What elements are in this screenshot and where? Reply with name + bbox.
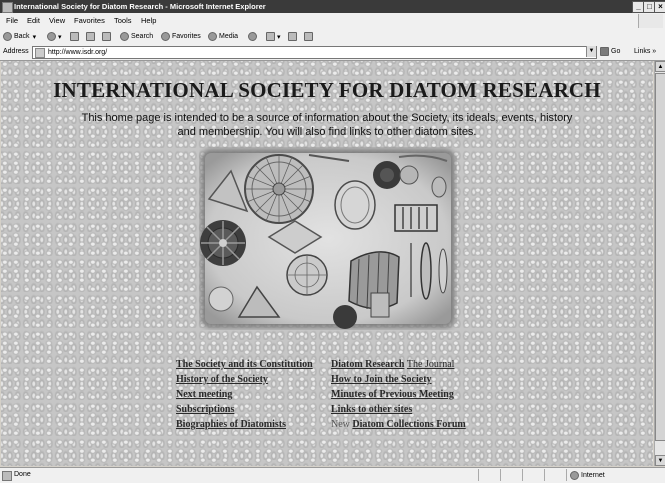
forward-button[interactable]: ▾ xyxy=(47,31,62,42)
mail-icon xyxy=(266,32,275,41)
link-history[interactable]: History of the Society xyxy=(176,374,268,385)
address-label: Address xyxy=(3,48,29,55)
status-text: Done xyxy=(14,471,31,478)
menu-favorites[interactable]: Favorites xyxy=(74,16,105,25)
stop-button[interactable] xyxy=(70,31,81,42)
edit-icon xyxy=(304,32,313,41)
favorites-button[interactable]: Favorites xyxy=(161,31,201,42)
menu-view[interactable]: View xyxy=(49,16,65,25)
link-minutes[interactable]: Minutes of Previous Meeting xyxy=(331,389,454,400)
page-title: INTERNATIONAL SOCIETY FOR DIATOM RESEARC… xyxy=(53,78,601,102)
go-arrow-icon xyxy=(600,47,609,56)
menu-help[interactable]: Help xyxy=(141,16,156,25)
forward-arrow-icon xyxy=(47,32,56,41)
menu-tools[interactable]: Tools xyxy=(114,16,132,25)
search-icon xyxy=(120,32,129,41)
edit-button[interactable] xyxy=(304,31,315,42)
media-icon xyxy=(208,32,217,41)
refresh-icon xyxy=(86,32,95,41)
home-button[interactable] xyxy=(102,31,113,42)
close-button[interactable]: × xyxy=(654,1,665,13)
link-diatom-research[interactable]: Diatom Research xyxy=(331,359,404,370)
scroll-down-button[interactable]: ▼ xyxy=(655,455,665,466)
ie-icon xyxy=(2,2,13,13)
address-dropdown-button[interactable]: ▼ xyxy=(586,46,596,57)
stop-icon xyxy=(70,32,79,41)
print-button[interactable] xyxy=(288,31,299,42)
diatom-collage-image xyxy=(200,149,455,329)
page-done-icon xyxy=(2,471,12,481)
address-input[interactable]: http://www.isdr.org/ xyxy=(32,46,597,59)
collections-forum-line: New Diatom Collections Forum xyxy=(331,419,466,430)
star-icon xyxy=(161,32,170,41)
home-icon xyxy=(102,32,111,41)
back-arrow-icon xyxy=(3,32,12,41)
scroll-thumb[interactable] xyxy=(655,73,665,441)
vertical-scrollbar[interactable]: ▲ ▼ xyxy=(654,61,665,466)
link-biographies[interactable]: Biographies of Diatomists xyxy=(176,419,286,430)
security-zone: Internet xyxy=(570,471,605,480)
link-society-constitution[interactable]: The Society and its Constitution xyxy=(176,359,313,370)
go-button[interactable]: Go xyxy=(600,47,620,56)
search-button[interactable]: Search xyxy=(120,31,153,42)
link-how-to-join[interactable]: How to Join the Society xyxy=(331,374,432,385)
page-icon xyxy=(35,48,45,58)
toolbar: Back ▾ ▾ Search Favorites Media ▾ xyxy=(0,29,665,45)
intro-text: This home page is intended to be a sourc… xyxy=(81,112,573,138)
windows-logo-icon xyxy=(638,14,663,28)
links-button[interactable]: Links » xyxy=(634,48,656,55)
new-label: New xyxy=(331,419,350,430)
history-button[interactable] xyxy=(248,31,259,42)
media-button[interactable]: Media xyxy=(208,31,238,42)
link-subscriptions[interactable]: Subscriptions xyxy=(176,404,234,415)
history-icon xyxy=(248,32,257,41)
page-content: INTERNATIONAL SOCIETY FOR DIATOM RESEARC… xyxy=(1,61,653,466)
scroll-up-button[interactable]: ▲ xyxy=(655,61,665,72)
mail-button[interactable]: ▾ xyxy=(266,31,281,42)
menu-bar: File Edit View Favorites Tools Help xyxy=(0,13,665,30)
title-bar: International Society for Diatom Researc… xyxy=(0,0,665,13)
link-other-sites[interactable]: Links to other sites xyxy=(331,404,412,415)
link-collections-forum[interactable]: Diatom Collections Forum xyxy=(352,419,465,430)
back-button[interactable]: Back ▾ xyxy=(3,31,36,42)
address-bar: Address http://www.isdr.org/ ▼ Go Links … xyxy=(0,44,665,61)
link-the-journal[interactable]: The Journal xyxy=(407,359,455,370)
link-next-meeting[interactable]: Next meeting xyxy=(176,389,232,400)
print-icon xyxy=(288,32,297,41)
globe-icon xyxy=(570,471,579,480)
refresh-button[interactable] xyxy=(86,31,97,42)
menu-edit[interactable]: Edit xyxy=(27,16,40,25)
diatom-research-line: Diatom Research The Journal xyxy=(331,359,454,370)
status-bar: Done Internet xyxy=(0,467,665,483)
browser-window: International Society for Diatom Researc… xyxy=(0,0,665,483)
window-title: International Society for Diatom Researc… xyxy=(14,2,266,11)
menu-file[interactable]: File xyxy=(6,16,18,25)
